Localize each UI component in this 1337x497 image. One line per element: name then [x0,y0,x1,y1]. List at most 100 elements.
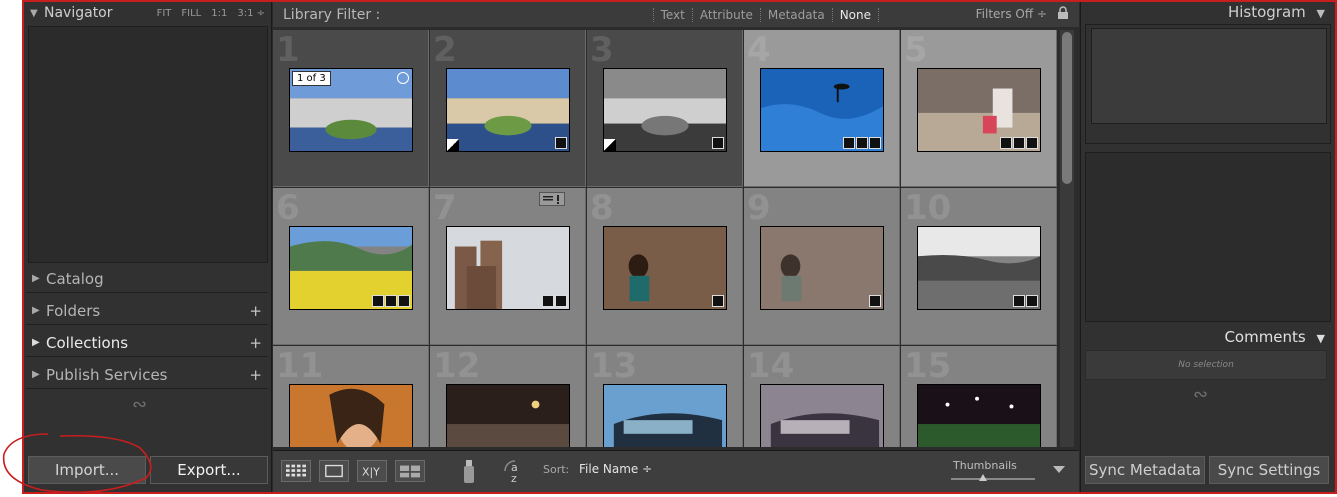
add-folder-plus-icon[interactable]: + [249,302,262,320]
grid-cell[interactable]: 6 [273,188,429,345]
svg-text:X|Y: X|Y [362,466,380,479]
grid-cell[interactable]: 7 [430,188,586,345]
grid-cell[interactable]: 4 [744,30,900,187]
develop-badge-icon[interactable] [555,295,567,307]
filter-tab-metadata[interactable]: Metadata [759,7,832,22]
filter-tab-attribute[interactable]: Attribute [691,7,760,22]
cell-number: 3 [590,30,614,70]
keyword-badge-icon[interactable] [712,295,724,307]
photo-thumbnail[interactable] [603,226,727,310]
section-collections[interactable]: ▶ Collections + [26,329,268,357]
photo-thumbnail[interactable] [917,226,1041,310]
grid-cell[interactable]: 5 [901,30,1057,187]
grid-cell[interactable]: 11 [273,346,429,447]
comments-header[interactable]: Comments ▼ [1224,328,1325,346]
collapse-triangle-icon[interactable]: ▼ [1317,332,1325,345]
grid-cell[interactable]: 1 1 of 3 [273,30,429,187]
grid-cell[interactable]: 13 [587,346,743,447]
grid-cell[interactable]: 12 [430,346,586,447]
thumbnail-slider-knob[interactable] [979,474,987,481]
grid-view-icon[interactable] [281,460,311,482]
expand-triangle-icon: ▶ [32,273,40,284]
filters-off-dropdown[interactable]: Filters Off ÷ [976,7,1047,21]
cell-number: 6 [276,188,300,228]
keyword-badge-icon[interactable] [856,137,868,149]
expand-triangle-icon: ▶ [32,337,40,348]
collapse-triangle-icon[interactable]: ▼ [1317,7,1325,20]
grid-cell[interactable]: 10 [901,188,1057,345]
sort-dropdown[interactable]: File Name ÷ [579,462,652,476]
keyword-badge-icon[interactable] [1013,295,1025,307]
photo-thumbnail[interactable] [603,68,727,152]
photo-thumbnail[interactable] [446,68,570,152]
grid-cell[interactable]: 14 [744,346,900,447]
develop-badge-icon[interactable] [555,137,567,149]
stack-badge-icon[interactable] [372,295,384,307]
photo-thumbnail[interactable] [917,384,1041,447]
lock-icon[interactable] [1057,6,1069,20]
grid-cell[interactable]: 2 [430,30,586,187]
keyword-badge-icon[interactable] [1013,137,1025,149]
develop-badge-icon[interactable] [712,137,724,149]
scrollbar-thumb[interactable] [1062,32,1072,184]
stack-badge-icon[interactable] [843,137,855,149]
grid-cell[interactable]: 9 [744,188,900,345]
section-publish-services[interactable]: ▶ Publish Services + [26,361,268,389]
section-catalog[interactable]: ▶ Catalog [26,265,268,293]
photo-thumbnail[interactable] [760,384,884,447]
expand-triangle-icon: ▶ [32,305,40,316]
photo-thumbnail[interactable] [289,226,413,310]
toolbar-menu-chevron-down-icon[interactable] [1053,466,1065,473]
zoom-3to1[interactable]: 3:1 ÷ [237,8,265,19]
annotation-ellipse [2,433,152,494]
cell-number: 11 [276,346,324,386]
metadata-area [1085,152,1331,322]
keyword-badge-icon[interactable] [869,295,881,307]
photo-thumbnail[interactable] [760,68,884,152]
add-collection-plus-icon[interactable]: + [249,334,262,352]
grid-cell[interactable]: 3 [587,30,743,187]
navigator-preview[interactable] [28,26,268,263]
thumbnail-size-slider[interactable] [951,478,1035,480]
section-label: Catalog [46,269,104,288]
develop-badge-icon[interactable] [869,137,881,149]
photo-thumbnail[interactable] [760,226,884,310]
section-folders[interactable]: ▶ Folders + [26,297,268,325]
zoom-1to1[interactable]: 1:1 [211,8,227,19]
zoom-fill[interactable]: FILL [181,8,201,19]
navigator-zoom-options: FIT FILL 1:1 3:1 ÷ [157,8,265,19]
add-publish-service-plus-icon[interactable]: + [249,366,262,384]
grid-toolbar: X|Y az Sort: File Name ÷ Thumbnails [273,450,1079,492]
photo-thumbnail[interactable] [917,68,1041,152]
sync-settings-button[interactable]: Sync Settings [1209,456,1329,484]
sort-direction-az-icon[interactable]: az [501,457,531,485]
export-button[interactable]: Export... [150,456,268,484]
stack-badge-icon[interactable] [1000,137,1012,149]
grid-scrollbar[interactable] [1060,30,1074,447]
histogram-header[interactable]: Histogram ▼ [1228,3,1325,21]
painter-spray-can-icon[interactable] [459,457,479,485]
grid-cell[interactable]: 15 [901,346,1057,447]
sync-metadata-button[interactable]: Sync Metadata [1085,456,1205,484]
photo-thumbnail[interactable] [446,226,570,310]
navigator-header[interactable]: ▼ Navigator FIT FILL 1:1 3:1 ÷ [24,2,271,24]
develop-badge-icon[interactable] [1026,137,1038,149]
compare-view-icon[interactable]: X|Y [357,460,387,482]
select-circle-icon[interactable] [397,72,409,84]
photo-thumbnail[interactable] [603,384,727,447]
keyword-badge-icon[interactable] [542,295,554,307]
develop-badge-icon[interactable] [1026,295,1038,307]
develop-badge-icon[interactable] [398,295,410,307]
zoom-fit[interactable]: FIT [157,8,172,19]
keyword-badge-icon[interactable] [385,295,397,307]
collapse-triangle-icon[interactable]: ▼ [30,8,44,19]
metadata-warning-icon[interactable] [539,192,565,206]
photo-thumbnail[interactable] [289,384,413,447]
survey-view-icon[interactable] [395,460,425,482]
filter-tab-text[interactable]: Text [652,7,692,22]
grid-cell[interactable]: 8 [587,188,743,345]
photo-thumbnail[interactable]: 1 of 3 [289,68,413,152]
filter-tab-none[interactable]: None [831,7,879,22]
photo-thumbnail[interactable] [446,384,570,447]
loupe-view-icon[interactable] [319,460,349,482]
